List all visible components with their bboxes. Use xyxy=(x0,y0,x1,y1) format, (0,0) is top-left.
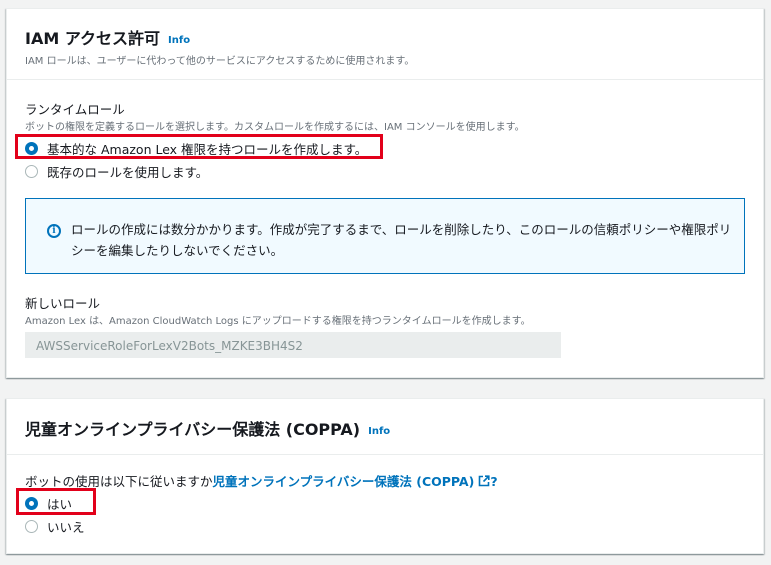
radio-use-existing-role[interactable]: 既存のロールを使用します。 xyxy=(25,162,208,181)
radio-checked-icon[interactable] xyxy=(25,142,38,155)
info-circle-icon: i xyxy=(47,224,61,238)
runtime-role-description: ボットの権限を定義するロールを選択します。カスタムロールを作成するには、IAM … xyxy=(25,122,525,133)
coppa-question-prefix: ボットの使用は以下に従いますか xyxy=(25,474,213,489)
runtime-role-label: ランタイムロール xyxy=(25,102,125,117)
radio-coppa-no[interactable]: いいえ xyxy=(25,517,85,536)
iam-title-row: IAM アクセス許可 Info xyxy=(25,25,190,49)
coppa-info-link[interactable]: Info xyxy=(368,426,390,437)
iam-title: IAM アクセス許可 xyxy=(25,29,161,48)
coppa-link-text[interactable]: 児童オンラインプライバシー保護法 (COPPA) xyxy=(213,474,475,489)
iam-description: IAM ロールは、ユーザーに代わって他のサービスにアクセスするために使用されます… xyxy=(25,56,415,67)
new-role-description: Amazon Lex は、Amazon CloudWatch Logs にアップ… xyxy=(25,316,531,327)
role-creation-info-alert: i ロールの作成には数分かかります。作成が完了するまで、ロールを削除したり、この… xyxy=(25,198,745,274)
external-link-icon[interactable] xyxy=(478,475,490,487)
radio-coppa-yes[interactable]: はい xyxy=(25,494,72,513)
radio-checked-icon[interactable] xyxy=(25,497,38,510)
radio-use-existing-role-label: 既存のロールを使用します。 xyxy=(47,165,209,180)
coppa-panel-header: 児童オンラインプライバシー保護法 (COPPA) Info xyxy=(7,399,763,455)
new-role-label: 新しいロール xyxy=(25,296,101,311)
coppa-title: 児童オンラインプライバシー保護法 (COPPA) xyxy=(25,420,361,439)
coppa-question-suffix: ? xyxy=(490,474,498,489)
radio-create-basic-role-label: 基本的な Amazon Lex 権限を持つロールを作成します。 xyxy=(47,142,368,157)
coppa-panel: 児童オンラインプライバシー保護法 (COPPA) Info ボットの使用は以下に従… xyxy=(6,398,764,554)
radio-create-basic-role[interactable]: 基本的な Amazon Lex 権限を持つロールを作成します。 xyxy=(25,139,367,158)
iam-panel-header: IAM アクセス許可 Info IAM ロールは、ユーザーに代わって他のサービスに… xyxy=(7,9,763,80)
iam-permissions-panel: IAM アクセス許可 Info IAM ロールは、ユーザーに代わって他のサービスに… xyxy=(6,8,764,378)
radio-unchecked-icon[interactable] xyxy=(25,520,38,533)
new-role-name-field: AWSServiceRoleForLexV2Bots_MZKE3BH4S2 xyxy=(25,332,561,358)
coppa-title-row: 児童オンラインプライバシー保護法 (COPPA) Info xyxy=(25,416,390,440)
radio-coppa-yes-label: はい xyxy=(47,497,73,512)
alert-text: ロールの作成には数分かかります。作成が完了するまで、ロールを削除したり、このロー… xyxy=(71,222,732,258)
iam-info-link[interactable]: Info xyxy=(168,35,190,46)
radio-unchecked-icon[interactable] xyxy=(25,165,38,178)
radio-coppa-no-label: いいえ xyxy=(47,520,85,535)
coppa-external-link[interactable]: 児童オンラインプライバシー保護法 (COPPA) xyxy=(213,474,491,489)
